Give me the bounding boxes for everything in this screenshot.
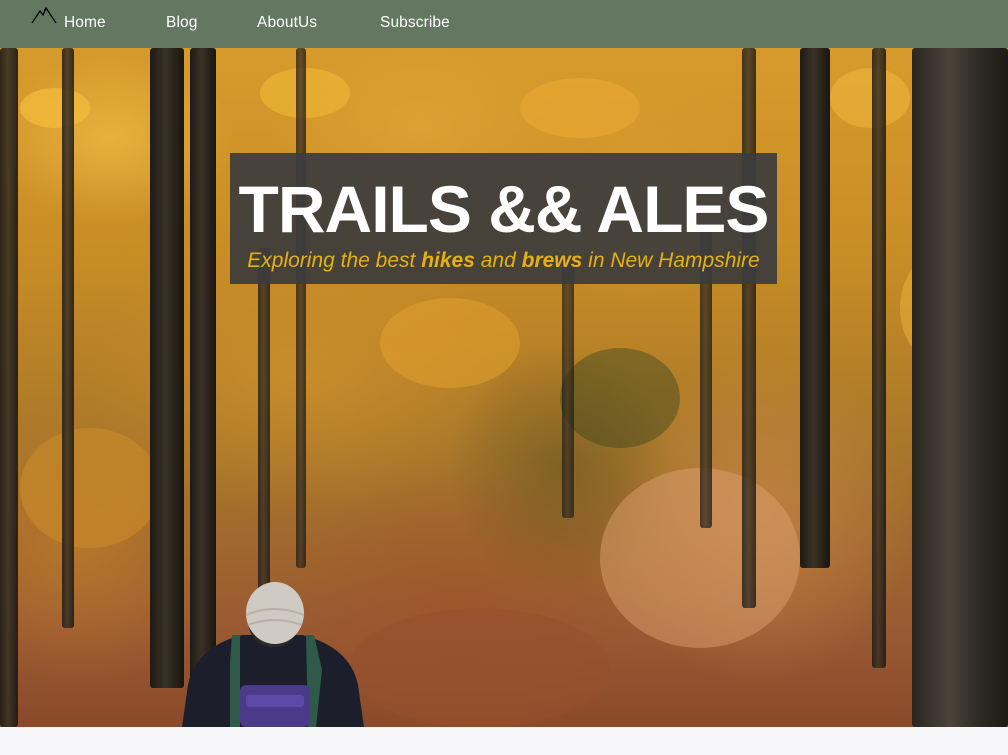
site-tagline: Exploring the best hikes and brews in Ne… (247, 249, 760, 272)
tree-trunk (872, 48, 886, 668)
hero-banner: TRAILS && ALES Exploring the best hikes … (0, 48, 1008, 727)
top-navbar: Home Blog AboutUs Subscribe (0, 0, 1008, 48)
foliage-patch (350, 608, 610, 727)
nav-link-home[interactable]: Home (64, 14, 106, 32)
nav-link-blog[interactable]: Blog (166, 14, 197, 32)
hiker-figure (182, 582, 364, 727)
foliage-patch (520, 78, 640, 138)
title-box: TRAILS && ALES Exploring the best hikes … (230, 153, 777, 284)
tree-trunk (0, 48, 18, 727)
mountain-icon[interactable] (30, 4, 58, 26)
nav-link-about-us[interactable]: AboutUs (257, 14, 317, 32)
tree-trunk (912, 48, 1008, 727)
foliage-patch (560, 348, 680, 448)
tree-trunk (296, 48, 306, 568)
page-bottom-strip (0, 727, 1008, 755)
tree-trunk (562, 258, 574, 518)
site-title: TRAILS && ALES (238, 172, 770, 246)
foliage-patch (830, 68, 910, 128)
foliage-patch (20, 428, 160, 548)
tree-trunk (62, 48, 74, 628)
foliage-patch (20, 88, 90, 128)
tree-trunk (150, 48, 184, 688)
foliage-patch (380, 298, 520, 388)
tree-trunk (800, 48, 830, 568)
nav-link-subscribe[interactable]: Subscribe (380, 14, 450, 32)
tree-trunk (742, 48, 756, 608)
